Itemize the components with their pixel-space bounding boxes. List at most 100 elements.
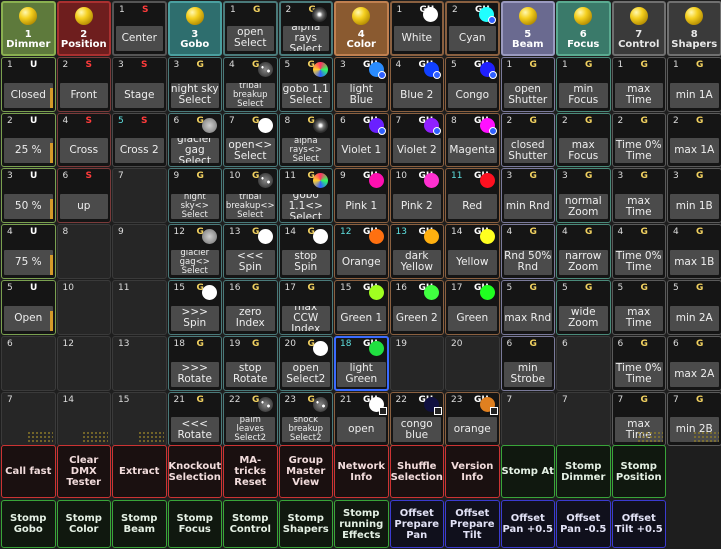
preset-cell-color3-20[interactable]: 20 (445, 335, 500, 391)
preset-cell-color-9[interactable]: 9GUPink 1 (334, 168, 389, 224)
executor-button-1-1[interactable]: Call fast (1, 445, 56, 498)
executor-button-1-9[interactable]: Version Info (445, 445, 500, 498)
preset-cell-shapers-5[interactable]: 5 Gmin 2A (667, 280, 721, 335)
header-color[interactable]: 4 Color (334, 1, 389, 56)
preset-cell-color2-19[interactable]: 19 (389, 335, 444, 391)
preset-cell-position-4[interactable]: 4 S Cross (56, 112, 111, 168)
preset-cell-gobo-15[interactable]: 15 G >>> Spin (167, 280, 222, 335)
header-beam[interactable]: 5 Beam (500, 1, 555, 56)
preset-cell-control-3[interactable]: 3 Gmax Time (611, 168, 666, 224)
preset-cell-beam-6[interactable]: 6 Gmin Strobe (500, 335, 555, 391)
preset-cell-gobo2-22[interactable]: 22 Gpalm leaves Select2 (223, 391, 278, 447)
preset-cell-gobo2-19[interactable]: 19 Gstop Rotate (223, 335, 278, 391)
header-control[interactable]: 7 Control (611, 1, 666, 56)
header-focus[interactable]: 6 Focus (556, 1, 611, 56)
executor-button-2-2[interactable]: Stomp Color (56, 500, 111, 548)
preset-cell-dimmer-1[interactable]: 1 U Closed (1, 56, 56, 112)
header-color3[interactable]: 2GUCyan (445, 1, 500, 56)
header-color2[interactable]: 1GUWhite (389, 1, 444, 56)
preset-cell-focus-6[interactable]: 6 (556, 335, 611, 391)
preset-cell-color2-22[interactable]: 22GUcongo blue (389, 391, 444, 447)
preset-cell-gobo2-16[interactable]: 16 Gzero Index (223, 280, 278, 335)
preset-cell-color2-10[interactable]: 10GUPink 2 (389, 168, 444, 224)
preset-cell-color3-17[interactable]: 17GUGreen (445, 280, 500, 335)
preset-cell-gobo3-23[interactable]: 23 Gshock breakup Select2 (278, 391, 333, 447)
preset-cell-dimmer-6[interactable]: 6 (1, 335, 56, 391)
executor-button-1-2[interactable]: Clear DMX Tester (56, 445, 111, 498)
header-gobo[interactable]: 3 Gobo (167, 1, 222, 56)
preset-cell-gobo-18[interactable]: 18 G >>> Rotate (167, 335, 222, 391)
preset-cell-color2-4[interactable]: 4GUBlue 2 (389, 56, 444, 112)
preset-cell-col3-9[interactable]: 9 (112, 224, 167, 279)
preset-cell-position-10[interactable]: 10 (56, 280, 111, 335)
preset-cell-position-2[interactable]: 2 S Front (56, 56, 111, 112)
preset-cell-gobo-21[interactable]: 21 G <<< Rotate (167, 391, 222, 447)
preset-cell-beam-1[interactable]: 1 Gopen Shutter (500, 56, 555, 112)
preset-cell-control-5[interactable]: 5 Gmax Time (611, 280, 666, 335)
executor-button-2-11[interactable]: Offset Pan -0.5 (556, 500, 611, 548)
preset-cell-col3-13[interactable]: 13 (112, 335, 167, 391)
executor-button-1-3[interactable]: Extract (112, 445, 167, 498)
preset-cell-dimmer-4[interactable]: 4 U 75 % (1, 224, 56, 279)
executor-button-2-7[interactable]: Stomp running Effects (334, 500, 389, 548)
preset-cell-color3-23[interactable]: 23GUorange (445, 391, 500, 447)
preset-cell-shapers-6[interactable]: 6 Gmax 2A (667, 335, 721, 391)
preset-cell-control-7[interactable]: 7Gmax Time (611, 391, 666, 447)
preset-cell-color2-7[interactable]: 7GUViolet 2 (389, 112, 444, 168)
preset-cell-color3-8[interactable]: 8GUMagenta (445, 112, 500, 168)
executor-button-1-5[interactable]: MA-tricks Reset (223, 445, 278, 498)
preset-cell-control-2[interactable]: 2 G Time 0% Time (611, 112, 666, 168)
preset-cell-gobo-12[interactable]: 12 Gglacier gag<> Select (167, 224, 222, 279)
preset-cell-color-21[interactable]: 21GUopen (334, 391, 389, 447)
preset-cell-position-14[interactable]: 14 (56, 391, 111, 447)
preset-cell-dimmer-3[interactable]: 3 U 50 % (1, 168, 56, 224)
preset-cell-gobo3-5[interactable]: 5 Ggobo 1.1 Select (278, 56, 333, 112)
preset-cell-color2-16[interactable]: 16GUGreen 2 (389, 280, 444, 335)
preset-cell-gobo3-20[interactable]: 20 Gopen Select2 (278, 335, 333, 391)
executor-button-1-6[interactable]: Group Master View (278, 445, 333, 498)
preset-cell-gobo3-11[interactable]: 11 Ggobo 1.1<> Select (278, 168, 333, 224)
preset-cell-focus-4[interactable]: 4 Gnarrow Zoom (556, 224, 611, 279)
preset-cell-shapers-3[interactable]: 3 Gmin 1B (667, 168, 721, 224)
preset-cell-beam-4[interactable]: 4 G Rnd 50% Rnd (500, 224, 555, 279)
executor-button-1-4[interactable]: Knockout Selection (167, 445, 222, 498)
preset-cell-color-12[interactable]: 12GUOrange (334, 224, 389, 279)
preset-cell-beam-7[interactable]: 7 (500, 391, 555, 447)
preset-cell-beam-3[interactable]: 3 Gmin Rnd (500, 168, 555, 224)
preset-cell-color-18[interactable]: 18GUlight Green (334, 335, 389, 391)
preset-cell-shapers-4[interactable]: 4 Gmax 1B (667, 224, 721, 279)
preset-cell-position-12[interactable]: 12 (56, 335, 111, 391)
executor-button-1-12[interactable]: Stomp Position (611, 445, 666, 498)
preset-cell-col3-5[interactable]: 5 S Cross 2 (112, 112, 167, 168)
preset-cell-shapers-7[interactable]: 7 Gmin 2B (667, 391, 721, 447)
preset-cell-gobo3-14[interactable]: 14 Gstop Spin (278, 224, 333, 279)
executor-button-2-8[interactable]: Offset Prepare Pan (389, 500, 444, 548)
preset-cell-color3-5[interactable]: 5GUCongo (445, 56, 500, 112)
header-gobo3[interactable]: 2Galpha rays Select (278, 1, 333, 56)
header-dimmer[interactable]: 1 Dimmer (1, 1, 56, 56)
preset-cell-control-4[interactable]: 4 G Time 0% Time (611, 224, 666, 279)
preset-cell-color3-14[interactable]: 14GUYellow (445, 224, 500, 279)
executor-button-1-11[interactable]: Stomp Dimmer (556, 445, 611, 498)
preset-cell-gobo-6[interactable]: 6 Gglacier gag Select (167, 112, 222, 168)
executor-button-2-5[interactable]: Stomp Control (223, 500, 278, 548)
preset-cell-color3-11[interactable]: 11GURed (445, 168, 500, 224)
executor-button-2-10[interactable]: Offset Pan +0.5 (500, 500, 555, 548)
preset-cell-focus-7[interactable]: 7 (556, 391, 611, 447)
preset-cell-control-1[interactable]: 1 Gmax Time (611, 56, 666, 112)
header-shapers[interactable]: 8 Shapers (667, 1, 721, 56)
preset-cell-gobo3-17[interactable]: 17 Gmax CCW Index (278, 280, 333, 335)
preset-cell-focus-5[interactable]: 5 Gwide Zoom (556, 280, 611, 335)
preset-cell-focus-2[interactable]: 2 Gmax Focus (556, 112, 611, 168)
preset-cell-color-3[interactable]: 3GUlight Blue (334, 56, 389, 112)
preset-cell-shapers-1[interactable]: 1 Gmin 1A (667, 56, 721, 112)
preset-cell-gobo2-10[interactable]: 10 Gtribal breakup<> Select (223, 168, 278, 224)
preset-cell-shapers-2[interactable]: 2 Gmax 1A (667, 112, 721, 168)
executor-button-2-12[interactable]: Offset Tilt +0.5 (611, 500, 666, 548)
preset-cell-color2-13[interactable]: 13GUdark Yellow (389, 224, 444, 279)
preset-cell-col3-3[interactable]: 3 S Stage (112, 56, 167, 112)
preset-cell-dimmer-2[interactable]: 2 U 25 % (1, 112, 56, 168)
preset-cell-control-6[interactable]: 6 G Time 0% Time (611, 335, 666, 391)
executor-button-2-4[interactable]: Stomp Focus (167, 500, 222, 548)
preset-cell-dimmer-5[interactable]: 5 U Open (1, 280, 56, 335)
